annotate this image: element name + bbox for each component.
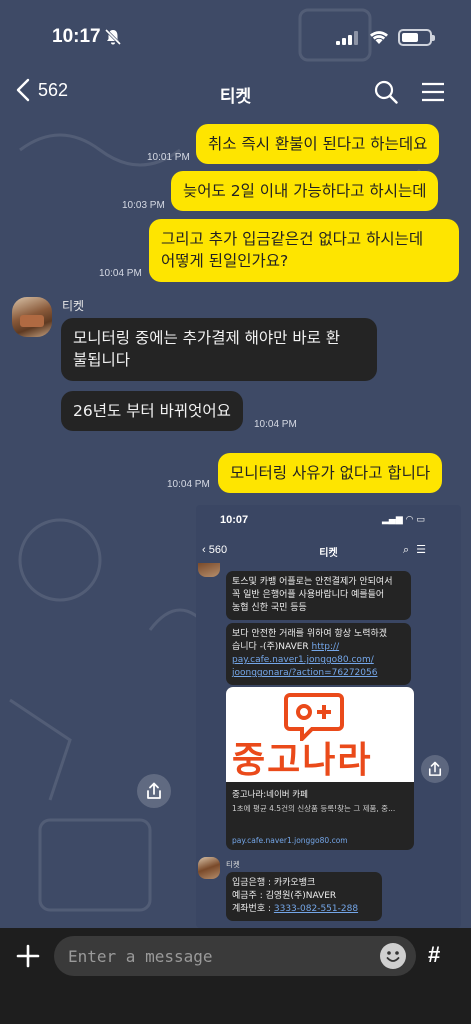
shot-line: 습니다 -(주)NAVER http:// [232,642,340,653]
shot-card-url: pay.cafe.naver1.jonggo80.com [232,836,348,845]
status-time: 10:17 [52,26,101,47]
shot-status-time: 10:07 [220,514,249,526]
shot-bubble: 토스및 카뱅 어플로는 안전결제가 안되여서 꼭 일반 은행어플 사용바랍니다 … [226,571,411,621]
shot-logo-text: 중고나라 [232,740,373,781]
shot-line: 꼭 일반 은행어플 사용바랍니다 예를들어 [232,590,385,601]
message-time: 10:04 PM [254,419,297,430]
unread-count: 562 [38,79,69,100]
shot-preview-image: 중고나라 [226,687,414,782]
message-input-wrapper [54,936,416,976]
shot-card-title: 중고나라:네이버 카페 [232,790,308,800]
shot-line: 계좌번호 : 3333-082-551-288 [232,904,359,915]
share-button[interactable] [421,755,449,783]
message-input[interactable] [68,936,368,976]
shot-line: 예금주 : 김영원(주)NAVER [232,891,337,902]
shot-link-preview-card: 중고나라 중고나라:네이버 카페 1초에 평균 4.5건의 신상품 등록!찾는 … [226,687,414,850]
shot-bubble: 보다 안전한 거래를 위하여 항상 노력하겠 습니다 -(주)NAVER htt… [226,623,411,686]
shot-avatar [198,857,220,879]
shot-header-icons: ⌕ ☰ [403,543,427,556]
battery-icon [398,29,435,46]
plus-icon[interactable] [14,942,42,970]
message-line: 어떻게 된일인가요? [161,252,289,271]
shared-screenshot-image[interactable]: 10:07 ▂▄▆ ◠ ▭ ‹ 560 티켓 ⌕ ☰ 토스및 카뱅 어플로는 안… [196,505,461,928]
message-time: 10:04 PM [167,479,210,490]
message-line: 불됩니다 [73,351,131,370]
message-time: 10:03 PM [122,200,165,211]
my-message-bubble[interactable]: 모니터링 사유가 없다고 합니다 [218,453,443,494]
status-bar: 10:17 [0,0,471,70]
hashtag-button[interactable]: # [428,942,440,968]
my-message-bubble[interactable]: 늦어도 2일 이내 가능하다고 하시는데 [171,171,439,212]
their-message-bubble[interactable]: 26년도 부터 바뀌엇어요 [61,391,243,432]
shot-sender: 티켓 [226,860,240,869]
their-message-bubble[interactable]: 모니터링 중에는 추가결제 해야만 바로 환 불됩니다 [61,318,377,381]
shot-avatar [198,563,220,577]
bell-off-icon [104,28,122,46]
shot-link: pay.cafe.naver1.jonggo80.com/ [232,655,374,666]
message-line: 모니터링 중에는 추가결제 해야만 바로 환 [73,329,341,347]
shot-bubble: 입금은행 : 카카오뱅크 예금주 : 김영원(주)NAVER 계좌번호 : 33… [226,872,382,922]
message-time: 10:04 PM [99,268,142,279]
emoji-icon[interactable] [380,943,406,969]
share-icon [428,761,442,776]
shot-line: 토스및 카뱅 어플로는 안전결제가 안되여서 [232,577,393,587]
chat-title: 티켓 [219,87,252,107]
my-message-bubble[interactable]: 취소 즉시 환불이 된다고 하는데요 [196,124,440,165]
back-button[interactable]: 562 [16,78,68,102]
message-time: 10:01 PM [147,152,190,163]
sender-name: 티켓 [62,299,85,313]
sender-avatar[interactable] [12,297,52,337]
shot-card-desc: 1초에 평균 4.5건의 신상품 등록!찾는 그 제품, 중... [232,804,396,813]
chevron-left-icon [16,78,30,102]
menu-icon[interactable] [421,82,445,102]
wifi-icon [370,31,388,44]
share-icon [147,782,161,799]
composer-bar: # [0,928,471,1024]
shot-status-icons: ▂▄▆ ◠ ▭ [382,515,425,525]
message-line: 그리고 추가 입금같은건 없다고 하시는데 [161,230,424,248]
shot-link: joonggonara/?action=76272056 [232,668,378,679]
chat-header: 562 티켓 [0,70,471,114]
shot-line: 농협 신한 국민 등등 [232,603,307,614]
shot-line: 보다 안전한 거래를 위하여 항상 노력하겠 [232,629,388,639]
search-icon[interactable] [374,80,398,104]
my-message-bubble[interactable]: 그리고 추가 입금같은건 없다고 하시는데 어떻게 된일인가요? [149,219,459,282]
share-button[interactable] [137,774,171,808]
signal-icon [336,31,358,45]
shot-line: 입금은행 : 카카오뱅크 [232,878,316,888]
